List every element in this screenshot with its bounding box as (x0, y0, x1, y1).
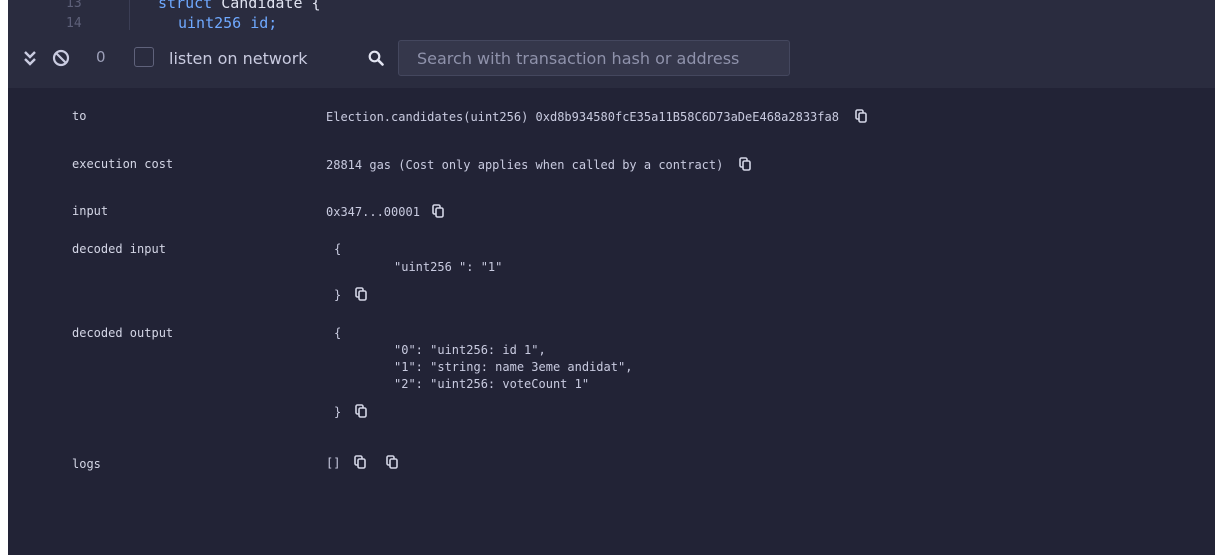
code-keyword: struct (158, 0, 213, 12)
gutter-divider (129, 0, 130, 30)
logs-value: [] (326, 456, 341, 470)
code-type: Candidate { (221, 0, 321, 12)
copy-icon[interactable] (354, 455, 367, 469)
json-close-brace: } (334, 405, 342, 419)
copy-icon[interactable] (855, 109, 867, 123)
input-value: 0x347...00001 (326, 205, 420, 219)
to-value: Election.candidates(uint256) 0xd8b934580… (326, 110, 839, 124)
code-line: uint256 id; (178, 14, 278, 30)
decoded-output-line: "2": "uint256: voteCount 1" (394, 377, 590, 391)
terminal-toolbar: 0 listen on network (8, 30, 1215, 88)
decoded-input-line: "uint256 ": "1" (394, 260, 503, 274)
row-value-input: 0x347...00001 (326, 204, 444, 219)
decoded-output-close: } (334, 404, 368, 419)
row-label-logs: logs (72, 457, 101, 471)
copy-icon[interactable] (355, 287, 368, 301)
decoded-input-close: } (334, 287, 368, 302)
line-number: 14 (66, 16, 82, 30)
code-editor-strip: 13 14 struct Candidate { uint256 id; (8, 0, 1215, 30)
row-label-input: input (72, 204, 109, 218)
line-number: 13 (66, 0, 82, 11)
row-label-execution-cost: execution cost (72, 157, 174, 171)
listen-on-network-checkbox[interactable] (134, 47, 154, 67)
copy-icon[interactable] (386, 455, 399, 469)
row-value-to: Election.candidates(uint256) 0xd8b934580… (326, 109, 867, 124)
row-label-decoded-output: decoded output (72, 326, 174, 340)
row-value-logs: [] (326, 455, 399, 470)
pending-transactions-count: 0 (96, 48, 106, 66)
json-close-brace: } (334, 288, 342, 302)
copy-icon[interactable] (355, 404, 368, 418)
row-value-execution-cost: 28814 gas (Cost only applies when called… (326, 157, 752, 172)
remix-terminal-panel: 13 14 struct Candidate { uint256 id; 0 l… (8, 0, 1215, 555)
copy-icon[interactable] (739, 157, 752, 171)
prohibit-icon[interactable] (52, 49, 70, 67)
transaction-search-input[interactable] (398, 40, 790, 76)
row-label-to: to (72, 109, 87, 123)
decoded-output-line: "0": "uint256: id 1", (394, 343, 546, 357)
decoded-output-line: "1": "string: name 3eme andidat", (394, 360, 633, 374)
json-open-brace: { (334, 326, 342, 340)
execution-cost-value: 28814 gas (Cost only applies when called… (326, 158, 724, 172)
search-icon (368, 50, 384, 66)
listen-on-network-label: listen on network (169, 49, 308, 68)
row-label-decoded-input: decoded input (72, 242, 166, 256)
copy-icon[interactable] (432, 204, 444, 218)
code-line: struct Candidate { (158, 0, 321, 12)
json-open-brace: { (334, 242, 342, 256)
double-chevron-down-icon[interactable] (22, 49, 38, 67)
